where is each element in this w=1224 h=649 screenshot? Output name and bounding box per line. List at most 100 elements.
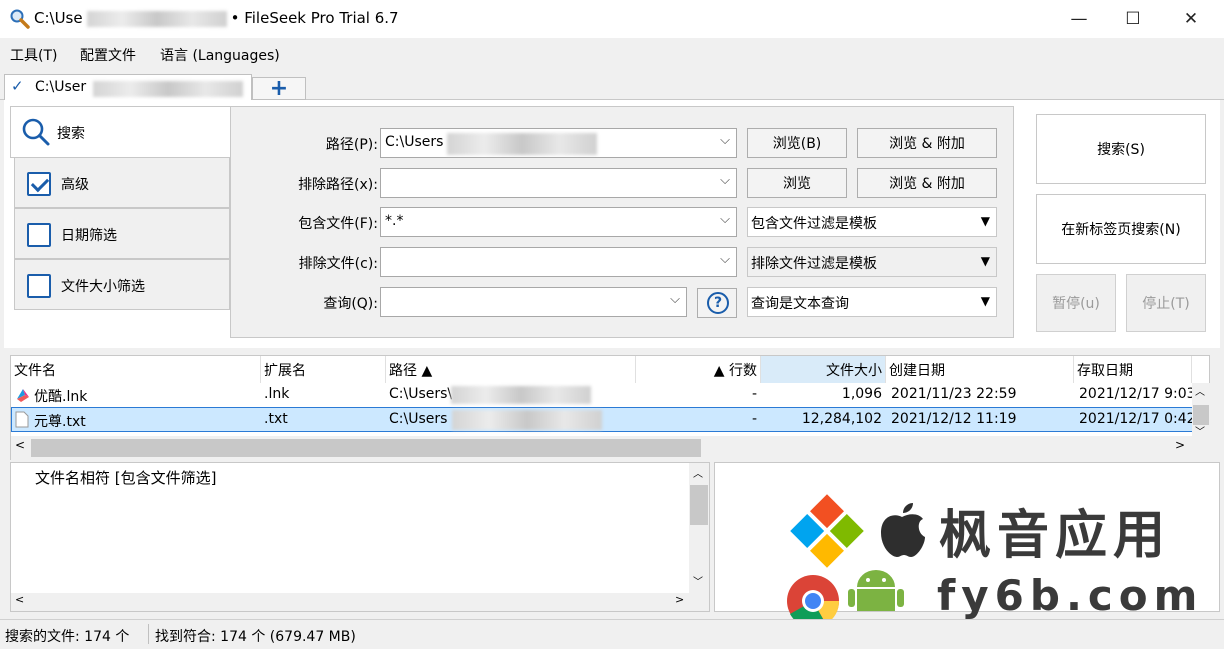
sidebar-item-advanced[interactable]: 高级: [14, 157, 230, 208]
sidebar-item-search[interactable]: 搜索: [10, 106, 230, 158]
date-filter-checkbox[interactable]: [27, 223, 51, 247]
cell-lines: -: [751, 386, 757, 402]
match-detail-pane: 文件名相符 [包含文件筛选] ︿ ﹀ < >: [10, 462, 710, 612]
exclude-files-label: 排除文件(c):: [298, 256, 378, 272]
exclude-filter-mode-value: 排除文件过滤是模板: [751, 256, 877, 272]
path-input[interactable]: C:\Users ⌵: [380, 128, 737, 158]
browse-button[interactable]: 浏览(B): [747, 128, 847, 158]
include-files-value: *.*: [385, 213, 404, 229]
cell-size: 12,284,102: [801, 411, 882, 427]
column-header-size[interactable]: 文件大小: [761, 356, 886, 383]
detail-vertical-scrollbar[interactable]: ︿ ﹀: [689, 463, 709, 593]
query-mode-select[interactable]: 查询是文本查询 ▼: [747, 287, 997, 317]
exclude-files-input[interactable]: ⌵: [380, 247, 737, 277]
cell-ext: .txt: [264, 411, 288, 427]
apple-logo-icon: [881, 503, 925, 557]
minimize-button[interactable]: —: [1052, 0, 1106, 38]
sidebar-item-size-filter[interactable]: 文件大小筛选: [14, 259, 230, 310]
magnifier-app-icon: [10, 9, 30, 29]
add-tab-button[interactable]: +: [252, 76, 306, 101]
scroll-up-icon[interactable]: ︿: [693, 465, 703, 480]
path-label: 路径(P):: [325, 137, 378, 153]
pause-button[interactable]: 暂停(u): [1036, 274, 1116, 332]
redacted-path: [86, 10, 227, 27]
path-value: C:\Users: [385, 134, 444, 150]
preview-pane: 枫音应用 fy6b.com: [714, 462, 1220, 628]
scroll-thumb[interactable]: [690, 485, 708, 525]
browse-append-exclude-button[interactable]: 浏览 & 附加: [857, 168, 997, 198]
column-header-path[interactable]: 路径 ▲: [386, 356, 636, 383]
scroll-left-icon[interactable]: <: [15, 593, 24, 606]
redacted-path: [451, 386, 591, 404]
chevron-down-icon[interactable]: ⌵: [720, 133, 730, 148]
window-title-path: C:\Use: [34, 9, 83, 27]
check-icon: ✓: [11, 77, 24, 95]
chevron-down-icon[interactable]: ⌵: [720, 252, 730, 267]
table-row-selected[interactable]: 元尊.txt .txt C:\Users - 12,284,102 2021/1…: [11, 407, 1193, 432]
include-files-input[interactable]: *.* ⌵: [380, 207, 737, 237]
scroll-thumb[interactable]: [31, 439, 701, 457]
column-header-name[interactable]: 文件名: [11, 356, 261, 383]
chevron-down-icon[interactable]: ⌵: [670, 292, 680, 307]
match-detail-text: 文件名相符 [包含文件筛选]: [35, 469, 217, 487]
scroll-down-icon[interactable]: ﹀: [693, 573, 703, 588]
cell-accessed: 2021/12/17 9:03: [1079, 386, 1192, 402]
column-header-ext[interactable]: 扩展名: [261, 356, 386, 383]
results-vertical-scrollbar[interactable]: ︿ ﹀: [1192, 383, 1210, 438]
chevron-down-icon[interactable]: ⌵: [720, 173, 730, 188]
menu-tools[interactable]: 工具(T): [10, 45, 57, 65]
cell-name: 元尊.txt: [34, 414, 86, 430]
sidebar-item-label: 日期筛选: [61, 228, 117, 244]
redacted-path: [452, 410, 602, 430]
cell-name: 优酷.lnk: [34, 389, 88, 405]
status-found-matches: 找到符合: 174 个 (679.47 MB): [155, 629, 356, 645]
caret-down-icon: ▼: [980, 214, 990, 228]
exclude-path-label: 排除路径(x):: [298, 177, 378, 193]
android-logo-icon: [848, 570, 904, 611]
search-button[interactable]: 搜索(S): [1036, 114, 1206, 184]
help-button[interactable]: ?: [697, 288, 737, 318]
advanced-checkbox[interactable]: [27, 172, 51, 196]
scroll-right-icon[interactable]: >: [1175, 438, 1185, 452]
tab-search-1[interactable]: ✓ C:\User: [4, 74, 252, 101]
watermark-cn: 枫音应用: [939, 506, 1172, 566]
exclude-path-input[interactable]: ⌵: [380, 168, 737, 198]
close-button[interactable]: ✕: [1164, 0, 1218, 38]
menu-languages[interactable]: 语言 (Languages): [160, 45, 280, 65]
cell-lines: -: [751, 411, 757, 427]
maximize-button[interactable]: ☐: [1106, 0, 1160, 38]
cell-ext: .lnk: [264, 386, 290, 402]
search-new-tab-button[interactable]: 在新标签页搜索(N): [1036, 194, 1206, 264]
results-table: 文件名 扩展名 路径 ▲ ▲ 行数 文件大小 创建日期 存取日期 优酷.lnk …: [10, 355, 1210, 460]
redacted-path: [93, 81, 243, 97]
browse-exclude-button[interactable]: 浏览: [747, 168, 847, 198]
exclude-filter-mode-select[interactable]: 排除文件过滤是模板 ▼: [747, 247, 997, 277]
redacted-path: [447, 133, 597, 155]
window-title: C:\Use • FileSeek Pro Trial 6.7: [34, 9, 399, 27]
chevron-down-icon[interactable]: ⌵: [720, 212, 730, 227]
detail-horizontal-scrollbar[interactable]: < >: [11, 593, 709, 611]
sidebar-item-label: 高级: [61, 177, 89, 193]
column-header-accessed[interactable]: 存取日期: [1074, 356, 1192, 383]
scroll-left-icon[interactable]: <: [15, 438, 25, 452]
cell-created: 2021/11/23 22:59: [891, 386, 1017, 402]
scroll-thumb[interactable]: [1193, 405, 1209, 425]
sidebar-item-date-filter[interactable]: 日期筛选: [14, 208, 230, 259]
stop-button[interactable]: 停止(T): [1126, 274, 1206, 332]
status-divider: [148, 624, 149, 644]
include-filter-mode-value: 包含文件过滤是模板: [751, 216, 877, 232]
size-filter-checkbox[interactable]: [27, 274, 51, 298]
browse-append-button[interactable]: 浏览 & 附加: [857, 128, 997, 158]
column-header-created[interactable]: 创建日期: [886, 356, 1074, 383]
include-filter-mode-select[interactable]: 包含文件过滤是模板 ▼: [747, 207, 997, 237]
query-input[interactable]: ⌵: [380, 287, 687, 317]
table-row[interactable]: 优酷.lnk .lnk C:\Users\ - 1,096 2021/11/23…: [11, 383, 1193, 407]
column-header-lines[interactable]: ▲ 行数: [636, 356, 761, 383]
results-horizontal-scrollbar[interactable]: < >: [11, 436, 1210, 460]
menu-profiles[interactable]: 配置文件: [80, 45, 136, 65]
query-label: 查询(Q):: [323, 296, 378, 312]
text-file-icon: [15, 411, 29, 428]
scroll-up-icon[interactable]: ︿: [1195, 383, 1205, 398]
cell-created: 2021/12/12 11:19: [891, 411, 1017, 427]
scroll-right-icon[interactable]: >: [675, 593, 684, 606]
